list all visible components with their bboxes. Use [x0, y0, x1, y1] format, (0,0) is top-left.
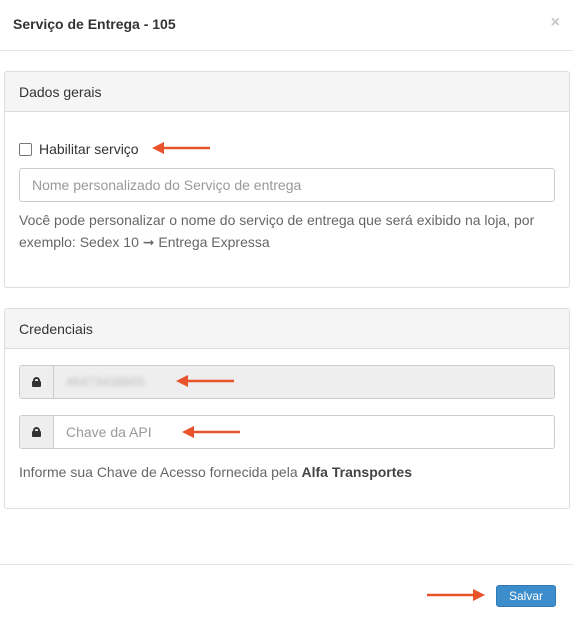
user-field: 46473438805: [54, 366, 554, 398]
annotation-arrow-icon: [427, 589, 485, 601]
api-key-field-addon: [20, 416, 54, 448]
service-name-input[interactable]: Nome personalizado do Serviço de entrega: [19, 168, 555, 202]
credentials-panel-heading: Credenciais: [5, 309, 569, 349]
enable-service-checkbox-row[interactable]: Habilitar serviço: [19, 141, 139, 157]
modal-title: Serviço de Entrega - 105: [13, 16, 176, 32]
lock-icon: [32, 427, 41, 437]
service-name-help-text: Você pode personalizar o nome do serviço…: [19, 212, 535, 250]
enable-service-checkbox[interactable]: [19, 142, 32, 156]
annotation-arrow-icon: [176, 375, 234, 387]
user-field-group: 46473438805: [19, 365, 555, 399]
user-field-addon: [20, 366, 54, 398]
user-field-value: 46473438805: [66, 375, 145, 389]
modal-header: Serviço de Entrega - 105 ×: [0, 0, 573, 51]
lock-icon: [32, 377, 41, 387]
api-key-field-group[interactable]: Chave da API: [19, 415, 555, 449]
general-panel: Dados gerais Habilitar serviço Nome pers…: [4, 71, 570, 288]
credentials-help-company: Alfa Transportes: [301, 464, 412, 480]
enable-service-label[interactable]: Habilitar serviço: [39, 141, 139, 157]
close-icon[interactable]: ×: [551, 14, 560, 32]
save-button[interactable]: Salvar: [496, 585, 556, 607]
general-panel-heading: Dados gerais: [5, 72, 569, 112]
credentials-panel: Credenciais 46473438805 Chave da API Inf…: [4, 308, 570, 509]
annotation-arrow-icon: [182, 426, 240, 438]
modal-footer: Salvar: [0, 564, 573, 622]
annotation-arrow-icon: [152, 142, 210, 154]
api-key-input[interactable]: Chave da API: [54, 416, 554, 448]
credentials-help-prefix: Informe sua Chave de Acesso fornecida pe…: [19, 464, 302, 480]
credentials-help-text: Informe sua Chave de Acesso fornecida pe…: [19, 464, 412, 480]
